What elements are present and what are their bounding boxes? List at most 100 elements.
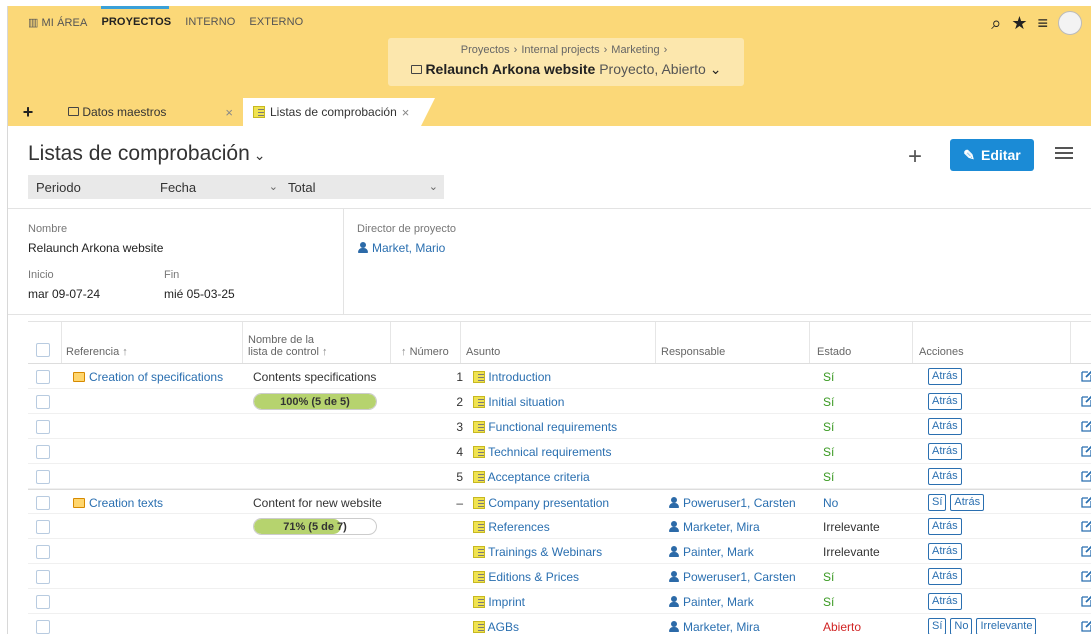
edit-icon[interactable] bbox=[1081, 469, 1091, 482]
nav-proyectos[interactable]: PROYECTOS bbox=[101, 16, 171, 29]
header-acciones[interactable]: Acciones bbox=[919, 346, 964, 358]
edit-icon[interactable] bbox=[1081, 495, 1091, 508]
director-link[interactable]: Market, Mario bbox=[357, 241, 445, 255]
subject-link[interactable]: Editions & Prices bbox=[473, 570, 579, 584]
reference-link[interactable]: Creation of specifications bbox=[73, 370, 223, 384]
tab-listas[interactable]: Listas de comprobación × bbox=[243, 98, 435, 126]
action-button[interactable]: Atrás bbox=[950, 494, 985, 511]
nav-mi-area[interactable]: ▥ MI ÁREA bbox=[28, 16, 87, 29]
edit-icon[interactable] bbox=[1081, 544, 1091, 557]
filter-total[interactable]: Total ⌄ bbox=[288, 180, 444, 195]
page-title[interactable]: Listas de comprobación ⌄ bbox=[28, 142, 266, 166]
chevron-down-icon: ⌄ bbox=[253, 147, 266, 163]
subject-link[interactable]: Functional requirements bbox=[473, 420, 617, 434]
responsible-link[interactable]: Painter, Mark bbox=[668, 595, 754, 609]
header-asunto[interactable]: Asunto bbox=[466, 346, 500, 358]
responsible-link[interactable]: Painter, Mark bbox=[668, 545, 754, 559]
action-button[interactable]: Atrás bbox=[928, 393, 962, 410]
edit-icon[interactable] bbox=[1081, 444, 1091, 457]
header-control[interactable]: Nombre de la lista de control ↑ bbox=[248, 334, 328, 358]
sort-up-icon: ↑ bbox=[122, 346, 128, 358]
edit-icon[interactable] bbox=[1081, 419, 1091, 432]
crumb-marketing[interactable]: Marketing bbox=[611, 44, 659, 56]
row-checkbox[interactable] bbox=[36, 370, 50, 384]
subject-link[interactable]: AGBs bbox=[473, 620, 519, 634]
edit-icon[interactable] bbox=[1081, 594, 1091, 607]
actions-group: Atrás bbox=[928, 443, 962, 460]
row-checkbox[interactable] bbox=[36, 395, 50, 409]
tab-datos-maestros[interactable]: Datos maestros × bbox=[48, 98, 243, 126]
subject-link[interactable]: Initial situation bbox=[473, 395, 564, 409]
search-icon[interactable]: ⌕ bbox=[991, 13, 1001, 34]
actions-group: Atrás bbox=[928, 593, 962, 610]
edit-icon[interactable] bbox=[1081, 394, 1091, 407]
action-button[interactable]: Atrás bbox=[928, 368, 962, 385]
subject-link[interactable]: Acceptance criteria bbox=[473, 470, 590, 484]
subject-link[interactable]: Imprint bbox=[473, 595, 525, 609]
header-numero[interactable]: ↑ Número bbox=[401, 346, 449, 358]
action-button[interactable]: Atrás bbox=[928, 443, 962, 460]
header-estado[interactable]: Estado bbox=[817, 346, 851, 358]
header-responsable[interactable]: Responsable bbox=[661, 346, 725, 358]
menu-icon[interactable]: ≡ bbox=[1037, 13, 1048, 34]
responsible-link[interactable]: Poweruser1, Carsten bbox=[668, 496, 796, 510]
add-button[interactable]: + bbox=[908, 143, 922, 171]
subject-link[interactable]: Company presentation bbox=[473, 496, 609, 510]
project-status: Proyecto, Abierto bbox=[599, 61, 706, 77]
crumb-proyectos[interactable]: Proyectos bbox=[461, 44, 510, 56]
header-referencia[interactable]: Referencia ↑ bbox=[66, 346, 128, 358]
row-checkbox[interactable] bbox=[36, 496, 50, 510]
row-checkbox[interactable] bbox=[36, 595, 50, 609]
add-tab-button[interactable]: + bbox=[8, 98, 48, 126]
responsible-link[interactable]: Poweruser1, Carsten bbox=[668, 570, 796, 584]
dashboard-icon: ▥ bbox=[28, 17, 39, 29]
action-button[interactable]: Sí bbox=[928, 494, 947, 511]
settings-sliders-icon[interactable] bbox=[1055, 144, 1073, 164]
close-icon[interactable]: × bbox=[402, 105, 410, 120]
action-button[interactable]: Atrás bbox=[928, 468, 962, 485]
action-button[interactable]: Atrás bbox=[928, 418, 962, 435]
responsible-link[interactable]: Marketer, Mira bbox=[668, 520, 760, 534]
action-button[interactable]: Atrás bbox=[928, 518, 962, 535]
action-button[interactable]: Irrelevante bbox=[976, 618, 1037, 634]
crumb-internal-projects[interactable]: Internal projects bbox=[521, 44, 599, 56]
status-text: Sí bbox=[823, 395, 835, 409]
action-button[interactable]: Atrás bbox=[928, 568, 962, 585]
edit-icon[interactable] bbox=[1081, 569, 1091, 582]
edit-icon[interactable] bbox=[1081, 369, 1091, 382]
subject-link[interactable]: References bbox=[473, 520, 550, 534]
row-checkbox[interactable] bbox=[36, 420, 50, 434]
close-icon[interactable]: × bbox=[225, 105, 233, 120]
user-avatar[interactable] bbox=[1058, 11, 1082, 35]
nav-mi-area-label: MI ÁREA bbox=[41, 17, 88, 29]
project-selector[interactable]: Relaunch Arkona website Proyecto, Abiert… bbox=[388, 61, 744, 78]
filter-fecha[interactable]: Fecha ⌄ bbox=[160, 180, 288, 195]
action-button[interactable]: No bbox=[950, 618, 973, 634]
row-checkbox[interactable] bbox=[36, 570, 50, 584]
nav-externo[interactable]: EXTERNO bbox=[249, 16, 303, 29]
column-divider bbox=[460, 322, 461, 363]
row-checkbox[interactable] bbox=[36, 470, 50, 484]
action-button[interactable]: Atrás bbox=[928, 543, 962, 560]
row-checkbox[interactable] bbox=[36, 445, 50, 459]
edit-button[interactable]: ✎ Editar bbox=[950, 139, 1034, 171]
director-label: Director de proyecto bbox=[357, 223, 457, 235]
nav-interno[interactable]: INTERNO bbox=[185, 16, 235, 29]
select-all-checkbox[interactable] bbox=[36, 343, 50, 357]
tab-label: Datos maestros bbox=[82, 105, 167, 119]
responsible-link[interactable]: Marketer, Mira bbox=[668, 620, 760, 634]
row-checkbox[interactable] bbox=[36, 620, 50, 634]
folder-icon bbox=[73, 372, 85, 382]
row-checkbox[interactable] bbox=[36, 520, 50, 534]
reference-link[interactable]: Creation texts bbox=[73, 496, 163, 510]
subject-link[interactable]: Trainings & Webinars bbox=[473, 545, 602, 559]
row-checkbox[interactable] bbox=[36, 545, 50, 559]
subject-link[interactable]: Technical requirements bbox=[473, 445, 612, 459]
subject-link[interactable]: Introduction bbox=[473, 370, 551, 384]
action-button[interactable]: Sí bbox=[928, 618, 947, 634]
subject-text: Initial situation bbox=[488, 395, 565, 409]
edit-icon[interactable] bbox=[1081, 619, 1091, 632]
star-icon[interactable]: ★ bbox=[1011, 13, 1027, 34]
edit-icon[interactable] bbox=[1081, 519, 1091, 532]
action-button[interactable]: Atrás bbox=[928, 593, 962, 610]
